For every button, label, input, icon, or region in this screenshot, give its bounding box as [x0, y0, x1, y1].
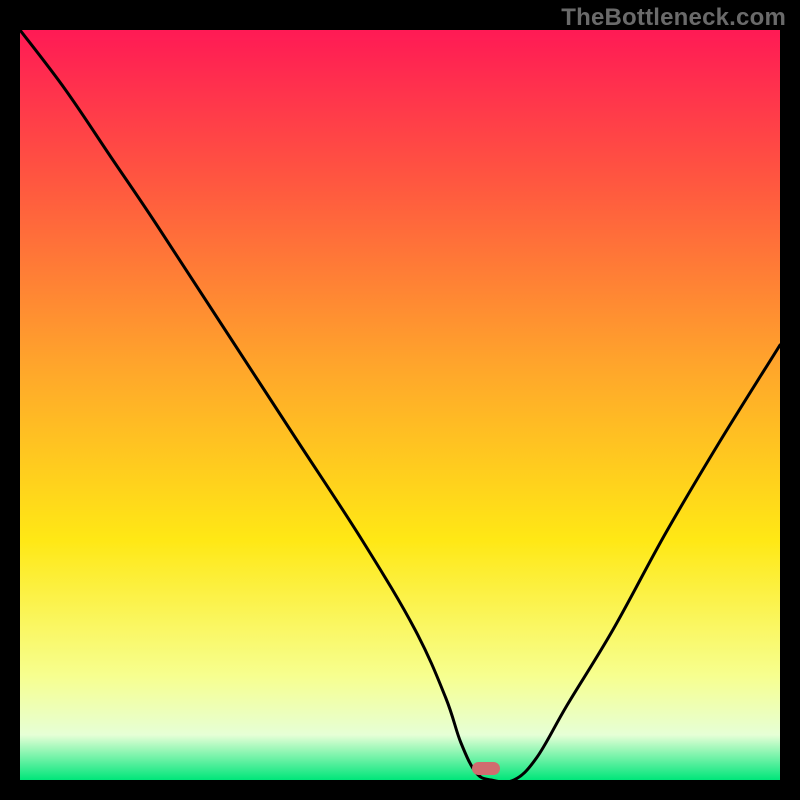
plot-area [20, 30, 780, 780]
chart-svg [20, 30, 780, 780]
watermark-text: TheBottleneck.com [561, 4, 786, 32]
optimum-marker [472, 762, 500, 775]
chart-frame: TheBottleneck.com [0, 0, 800, 800]
gradient-background [20, 30, 780, 780]
